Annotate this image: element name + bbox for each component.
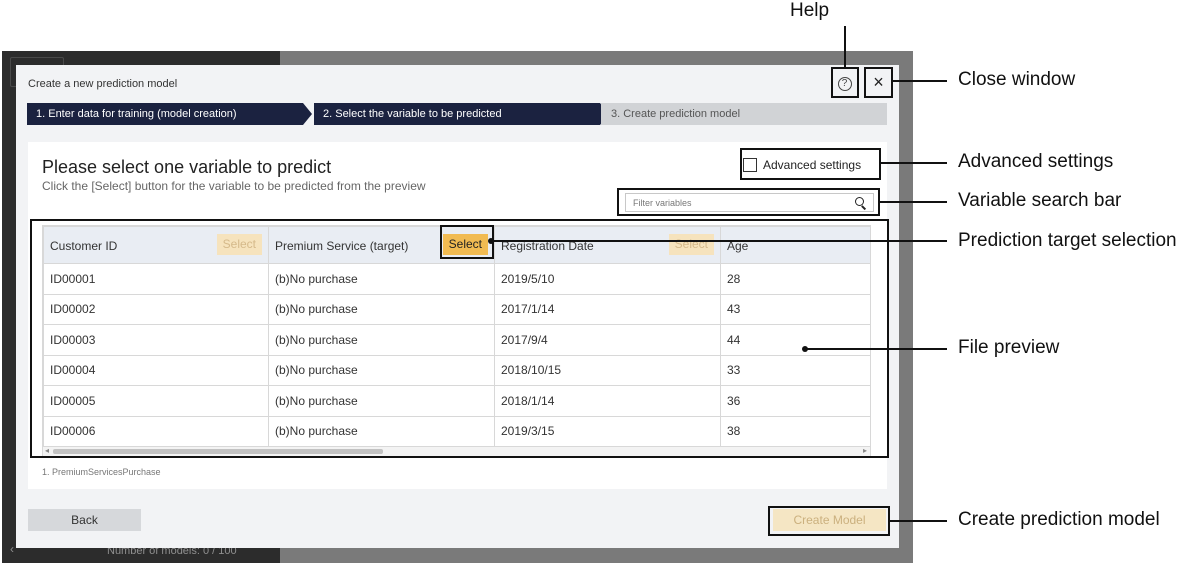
file-name-caption: 1. PremiumServicesPurchase — [42, 467, 161, 477]
create-highlight-box — [768, 506, 890, 536]
step-progress: 1. Enter data for training (model creati… — [27, 103, 887, 125]
help-callout: Help — [790, 0, 830, 21]
create-callout: Create prediction model — [958, 509, 1160, 530]
step-select-variable: 2. Select the variable to be predicted — [314, 103, 609, 125]
help-highlight-box — [831, 67, 859, 98]
target-callout: Prediction target selection — [958, 230, 1177, 251]
dialog-title: Create a new prediction model — [28, 78, 178, 90]
close-highlight-box — [864, 67, 893, 98]
panel-heading: Please select one variable to predict — [42, 157, 332, 177]
create-connector — [890, 520, 947, 522]
step-create-model: 3. Create prediction model — [601, 103, 887, 125]
step-enter-data: 1. Enter data for training (model creati… — [27, 103, 312, 125]
advanced-connector — [881, 162, 947, 164]
advanced-callout: Advanced settings — [958, 151, 1114, 172]
search-connector — [880, 201, 947, 203]
close-callout: Close window — [958, 69, 1076, 90]
help-connector — [844, 26, 846, 67]
close-connector — [893, 80, 947, 82]
back-button[interactable]: Back — [28, 509, 141, 531]
preview-highlight-box — [30, 219, 889, 458]
advanced-highlight-box — [740, 148, 881, 180]
background-chevron-left-icon: ‹ — [10, 542, 14, 556]
preview-connector — [805, 348, 947, 350]
preview-callout: File preview — [958, 337, 1060, 358]
screenshot-stage: ‹ Number of models: 0 / 100 Create a new… — [0, 0, 1203, 565]
panel-subheading: Click the [Select] button for the variab… — [42, 179, 426, 193]
search-callout: Variable search bar — [958, 190, 1122, 211]
search-highlight-box — [617, 188, 880, 216]
